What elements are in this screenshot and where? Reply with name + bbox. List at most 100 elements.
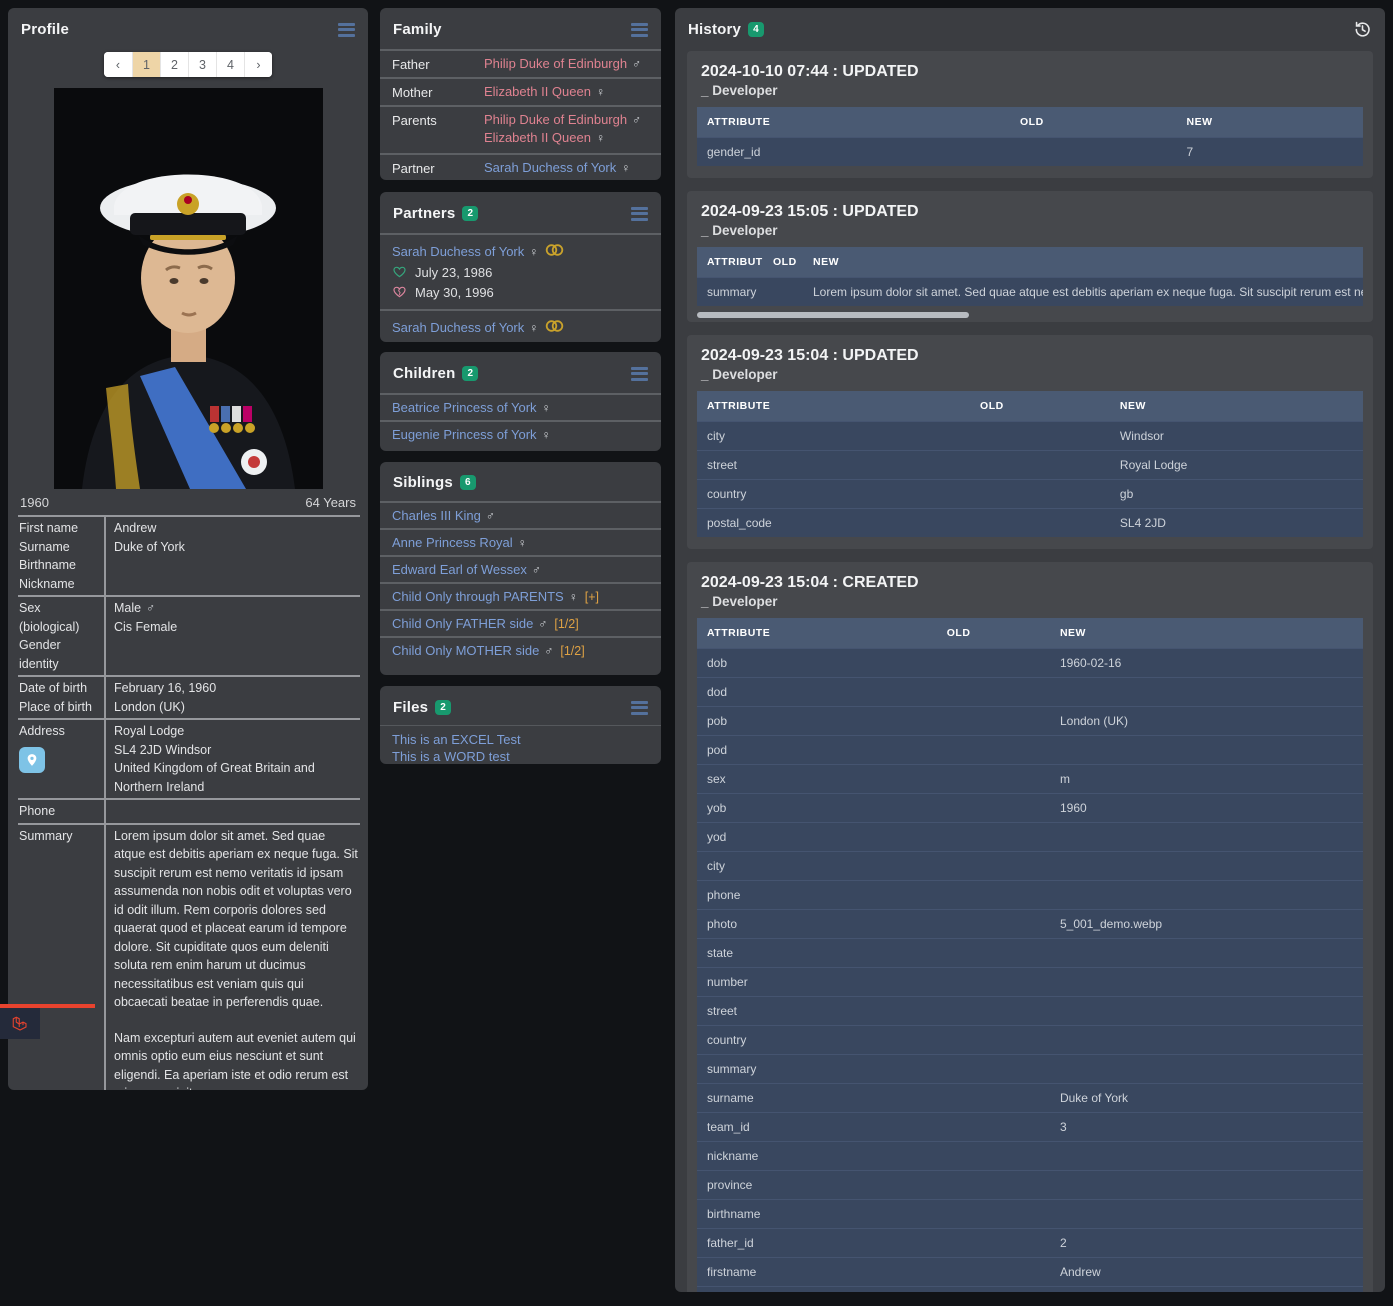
partner-entry-link[interactable]: Sarah Duchess of York	[392, 244, 524, 259]
family-menu-icon[interactable]	[631, 20, 648, 39]
old-cell	[937, 1004, 1050, 1018]
table-row: pod	[697, 735, 1363, 764]
table-row: dob 1960-02-16	[697, 648, 1363, 677]
male-icon: ♂	[632, 57, 641, 71]
sibling-row: Child Only through PARENTS ♀ [+]	[380, 582, 661, 609]
table-row: street	[697, 996, 1363, 1025]
pagination-next-button[interactable]: ›	[244, 52, 272, 77]
pagination-page-2[interactable]: 2	[160, 52, 188, 77]
map-pin-button[interactable]	[19, 747, 45, 773]
files-panel: Files 2 This is an EXCEL Test This is a …	[380, 686, 661, 764]
new-cell: 1960	[1050, 801, 1363, 815]
profile-menu-icon[interactable]	[338, 20, 355, 39]
table-row: state	[697, 938, 1363, 967]
male-icon: ♂	[146, 601, 155, 615]
new-cell: 3	[1050, 1120, 1363, 1134]
pob-value: London (UK)	[114, 698, 358, 717]
old-cell	[1010, 145, 1177, 159]
sibling-link[interactable]: Edward Earl of Wessex	[392, 562, 527, 577]
address-line2: SL4 2JD Windsor	[114, 741, 358, 760]
divorce-heart-icon	[392, 285, 407, 299]
mother-link[interactable]: Elizabeth II Queen	[484, 84, 591, 99]
relation-suffix: [+]	[585, 590, 599, 604]
file-link[interactable]: This is a WORD test	[392, 749, 510, 764]
parents-label: Parents	[392, 112, 484, 128]
sibling-link[interactable]: Anne Princess Royal	[392, 535, 513, 550]
debugbar-toggle[interactable]	[0, 1004, 95, 1039]
pagination-page-1[interactable]: 1	[132, 52, 160, 77]
first-name-value: Andrew	[114, 519, 358, 538]
partner-link[interactable]: Sarah Duchess of York	[484, 160, 616, 175]
family-title: Family	[393, 21, 442, 38]
files-list: This is an EXCEL Test This is a WORD tes…	[380, 725, 661, 764]
female-icon: ♀	[596, 131, 605, 145]
old-cell	[763, 285, 803, 299]
father-label: Father	[392, 56, 484, 72]
partners-menu-icon[interactable]	[631, 204, 648, 223]
relation-suffix: [1/2]	[554, 617, 578, 631]
nickname-label: Nickname	[19, 575, 102, 594]
table-row: country gb	[697, 479, 1363, 508]
gender-icon: ♀	[569, 590, 578, 604]
table-row: surname Duke of York	[697, 1083, 1363, 1112]
sibling-link[interactable]: Child Only FATHER side	[392, 616, 533, 631]
children-menu-icon[interactable]	[631, 364, 648, 383]
sibling-link[interactable]: Child Only MOTHER side	[392, 643, 539, 658]
father-link[interactable]: Philip Duke of Edinburgh	[484, 56, 627, 71]
phone-label: Phone	[19, 802, 102, 821]
laravel-logo-icon	[0, 1008, 40, 1039]
old-cell	[970, 458, 1110, 472]
marriage-heart-icon	[392, 265, 407, 279]
pagination-prev-button[interactable]: ‹	[104, 52, 132, 77]
female-icon: ♀	[621, 161, 630, 175]
attribute-cell: firstname	[697, 1265, 937, 1279]
pagination-page-3[interactable]: 3	[188, 52, 216, 77]
female-icon: ♀	[529, 245, 538, 259]
gender-identity-value: Cis Female	[114, 618, 358, 637]
siblings-panel: Siblings 6 Charles III King♂ Anne Prince…	[380, 462, 661, 675]
mother-row: Mother Elizabeth II Queen♀	[380, 77, 661, 105]
partner-entry-link[interactable]: Sarah Duchess of York	[392, 320, 524, 335]
table-row: city Windsor	[697, 421, 1363, 450]
photo-caption-row: 1960 64 Years	[8, 489, 368, 515]
marriage-heart-icon	[392, 341, 407, 342]
parent1-link[interactable]: Philip Duke of Edinburgh	[484, 112, 627, 127]
attribute-cell: pob	[697, 714, 937, 728]
horizontal-scrollbar[interactable]	[697, 312, 969, 318]
partner-entry: Sarah Duchess of York ♀ January 1, 2005	[380, 309, 661, 342]
file-link[interactable]: This is an EXCEL Test	[392, 732, 521, 747]
new-cell: Andrew	[1050, 1265, 1363, 1279]
phone-value	[114, 802, 358, 821]
profile-header: Profile	[8, 8, 368, 49]
divorce-date: May 30, 1996	[415, 285, 494, 300]
history-entry-author: _ Developer	[687, 592, 1373, 618]
child-link[interactable]: Beatrice Princess of York	[392, 400, 537, 415]
sibling-row: Charles III King♂	[380, 501, 661, 528]
table-row: postal_code SL4 2JD	[697, 508, 1363, 537]
old-cell	[937, 1236, 1050, 1250]
new-cell: London (UK)	[1050, 714, 1363, 728]
sibling-row: Anne Princess Royal♀	[380, 528, 661, 555]
gender-icon: ♂	[538, 617, 547, 631]
new-cell	[1050, 975, 1363, 989]
birth-group: Date of birth Place of birth February 16…	[18, 677, 360, 720]
history-restore-icon[interactable]	[1353, 20, 1372, 39]
table-header-row: ATTRIBUTE OLD NEW	[697, 247, 1363, 277]
parent2-link[interactable]: Elizabeth II Queen	[484, 130, 591, 145]
sibling-link[interactable]: Charles III King	[392, 508, 481, 523]
files-menu-icon[interactable]	[631, 698, 648, 717]
pagination-page-4[interactable]: 4	[216, 52, 244, 77]
address-line3: United Kingdom of Great Britain and Nort…	[114, 759, 358, 796]
marriage-date: January 1, 2005	[415, 341, 508, 343]
old-cell	[937, 1091, 1050, 1105]
old-cell	[937, 685, 1050, 699]
female-icon: ♀	[529, 321, 538, 335]
attribute-cell: nickname	[697, 1149, 937, 1163]
child-link[interactable]: Eugenie Princess of York	[392, 427, 537, 442]
sibling-row: Child Only FATHER side ♂ [1/2]	[380, 609, 661, 636]
profile-photo[interactable]	[54, 88, 323, 489]
sibling-link[interactable]: Child Only through PARENTS	[392, 589, 564, 604]
history-change-table: ATTRIBUTE OLD NEW summary Lorem ipsum do…	[697, 247, 1363, 306]
old-cell	[970, 429, 1110, 443]
new-cell	[1050, 743, 1363, 757]
